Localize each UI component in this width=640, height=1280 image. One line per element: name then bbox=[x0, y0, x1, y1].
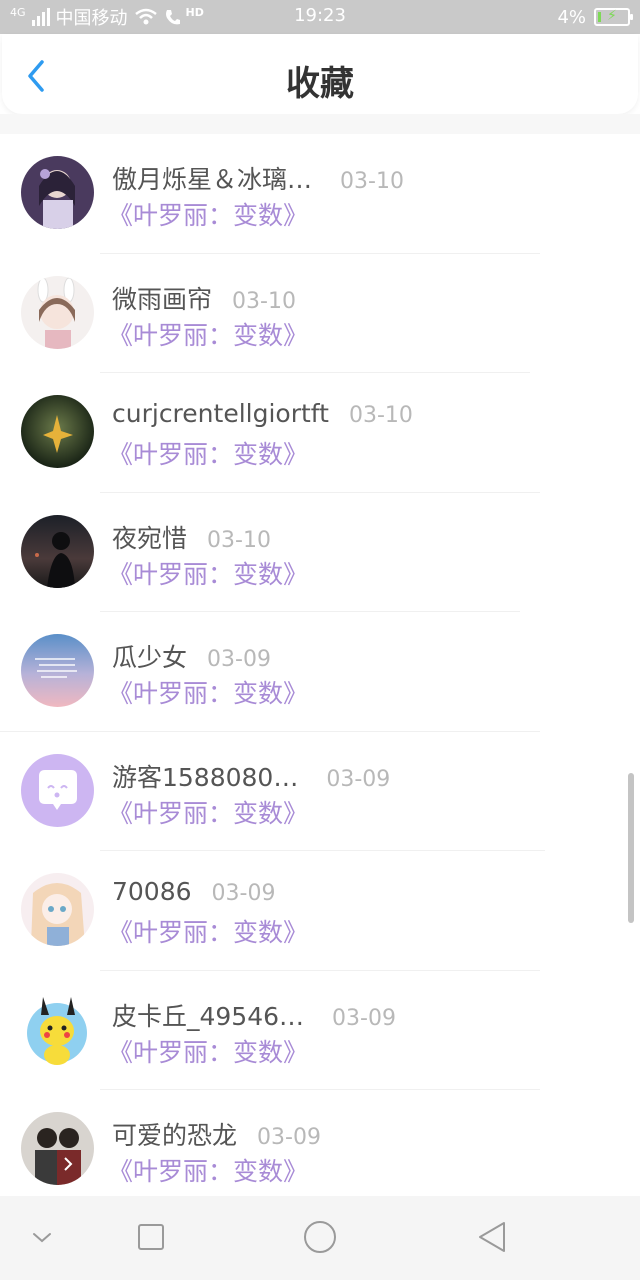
user-name: 70086 bbox=[112, 877, 192, 906]
circle-icon bbox=[304, 1221, 336, 1253]
user-name: 傲月烁星＆冰璃… bbox=[112, 165, 313, 194]
user-name: 可爱的恐龙 bbox=[112, 1121, 238, 1150]
story-link[interactable]: 《叶罗丽：变数》 bbox=[108, 1033, 308, 1069]
avatar[interactable] bbox=[21, 275, 94, 349]
list-item[interactable]: 可爱的恐龙 03-09 《叶罗丽：变数》 bbox=[0, 1090, 640, 1196]
battery-icon: ⚡ bbox=[594, 8, 633, 26]
favorite-date: 03-09 bbox=[332, 1005, 396, 1031]
story-link[interactable]: 《叶罗丽：变数》 bbox=[108, 913, 308, 949]
user-name: 瓜少女 bbox=[112, 643, 188, 672]
story-link[interactable]: 《叶罗丽：变数》 bbox=[108, 674, 308, 710]
carrier-label: 中国移动 bbox=[55, 8, 128, 29]
avatar[interactable] bbox=[21, 156, 94, 229]
list-item[interactable]: 瓜少女 03-09 《叶罗丽：变数》 bbox=[0, 612, 640, 732]
user-name: curjcrentellgiortft bbox=[112, 399, 329, 428]
avatar[interactable] bbox=[21, 873, 94, 946]
header-separator bbox=[0, 114, 640, 134]
avatar[interactable] bbox=[21, 634, 94, 707]
network-type-label: 4G bbox=[10, 5, 26, 19]
favorite-date: 03-09 bbox=[257, 1125, 321, 1150]
status-left: 4G 中国移动 HD bbox=[10, 4, 204, 30]
status-right: 4% ⚡ bbox=[557, 6, 633, 28]
user-name: 游客1588080… bbox=[112, 762, 299, 792]
list-item[interactable]: 傲月烁星＆冰璃… 03-10 《叶罗丽：变数》 bbox=[0, 134, 640, 254]
triangle-back-icon bbox=[479, 1222, 505, 1252]
back-nav-button[interactable] bbox=[472, 1216, 516, 1260]
list-item[interactable]: 夜宛惜 03-10 《叶罗丽：变数》 bbox=[0, 493, 640, 612]
collapse-button[interactable] bbox=[20, 1216, 64, 1260]
list-item[interactable]: curjcrentellgiortft 03-10 《叶罗丽：变数》 bbox=[0, 373, 640, 493]
favorite-date: 03-09 bbox=[207, 647, 271, 672]
story-link[interactable]: 《叶罗丽：变数》 bbox=[108, 794, 308, 830]
status-bar: 4G 中国移动 HD 19:23 4% ⚡ bbox=[0, 0, 640, 34]
story-link[interactable]: 《叶罗丽：变数》 bbox=[108, 316, 308, 352]
list-item[interactable]: 70086 03-09 《叶罗丽：变数》 bbox=[0, 851, 640, 971]
user-name: 皮卡丘_49546… bbox=[112, 1001, 305, 1031]
avatar[interactable] bbox=[21, 992, 94, 1066]
avatar[interactable] bbox=[21, 395, 94, 468]
header-bar: 收藏 bbox=[2, 34, 638, 114]
page-title: 收藏 bbox=[286, 64, 354, 104]
user-name: 夜宛惜 bbox=[112, 523, 188, 553]
signal-icon bbox=[31, 8, 50, 26]
favorite-date: 03-10 bbox=[348, 403, 413, 428]
story-link[interactable]: 《叶罗丽：变数》 bbox=[108, 196, 308, 232]
battery-percent: 4% bbox=[557, 6, 586, 28]
avatar[interactable] bbox=[21, 514, 94, 588]
home-button[interactable] bbox=[298, 1216, 342, 1260]
recents-button[interactable] bbox=[129, 1216, 173, 1260]
favorite-date: 03-09 bbox=[326, 766, 391, 792]
avatar[interactable] bbox=[21, 753, 94, 827]
status-time: 19:23 bbox=[294, 5, 346, 26]
favorite-date: 03-10 bbox=[232, 288, 296, 314]
favorites-list: 傲月烁星＆冰璃… 03-10 《叶罗丽：变数》 微雨画帘 03-10 《叶罗丽：… bbox=[0, 134, 640, 1196]
list-item[interactable]: 皮卡丘_49546… 03-09 《叶罗丽：变数》 bbox=[0, 971, 640, 1090]
avatar[interactable] bbox=[21, 1112, 94, 1185]
hd-badge: HD bbox=[185, 5, 204, 19]
list-item[interactable]: 游客1588080… 03-09 《叶罗丽：变数》 bbox=[0, 732, 640, 851]
square-icon bbox=[138, 1224, 164, 1250]
story-link[interactable]: 《叶罗丽：变数》 bbox=[108, 1152, 308, 1188]
favorite-date: 03-10 bbox=[340, 169, 404, 194]
list-item[interactable]: 微雨画帘 03-10 《叶罗丽：变数》 bbox=[0, 254, 640, 373]
story-link[interactable]: 《叶罗丽：变数》 bbox=[108, 555, 308, 591]
wifi-icon bbox=[134, 8, 157, 25]
chevron-down-icon bbox=[33, 1233, 51, 1243]
user-name: 微雨画帘 bbox=[112, 284, 213, 314]
system-nav-bar bbox=[0, 1196, 640, 1280]
favorite-date: 03-10 bbox=[207, 527, 271, 553]
favorite-date: 03-09 bbox=[211, 881, 276, 906]
call-icon bbox=[165, 10, 180, 25]
story-link[interactable]: 《叶罗丽：变数》 bbox=[108, 435, 308, 471]
scrollbar[interactable] bbox=[628, 773, 634, 923]
